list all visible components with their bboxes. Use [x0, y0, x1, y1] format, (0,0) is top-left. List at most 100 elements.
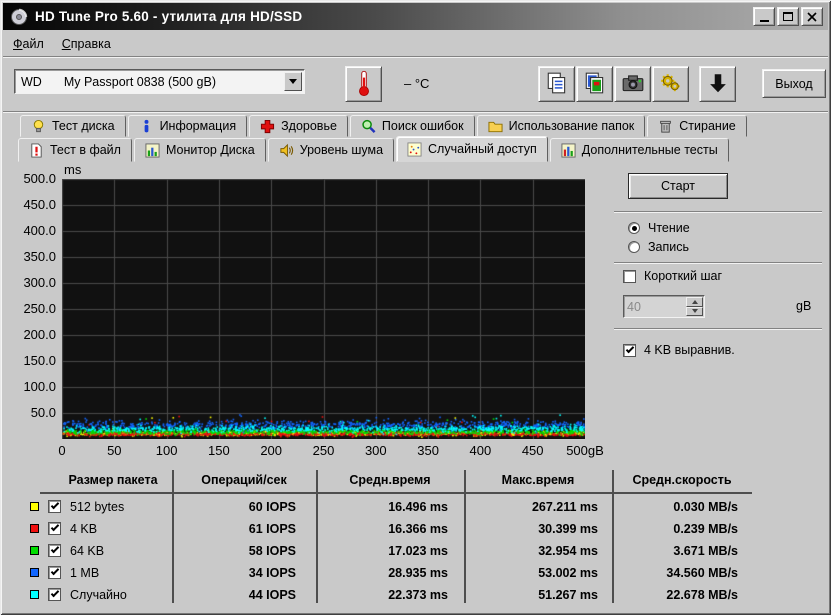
stride-up-button[interactable]	[686, 297, 703, 307]
y-axis-unit-label: ms	[64, 162, 81, 177]
align-4kb-label: 4 KB выравнив.	[644, 343, 735, 357]
speaker-icon	[279, 143, 294, 158]
copy-image-button[interactable]	[576, 66, 613, 102]
drive-selector-dropdown-button[interactable]	[284, 72, 302, 91]
align-4kb-checkbox[interactable]: 4 KB выравнив.	[623, 343, 735, 357]
exit-button[interactable]: Выход	[762, 69, 826, 98]
write-mode-label: Запись	[648, 240, 689, 254]
tab-label: Использование папок	[509, 119, 635, 133]
stride-input[interactable]	[627, 298, 679, 315]
avg-speed-value: 3.671 MB/s	[608, 544, 738, 558]
bar-chart-icon	[145, 143, 160, 158]
stride-down-button[interactable]	[686, 307, 703, 317]
tab-extra-tests[interactable]: Дополнительные тесты	[550, 138, 729, 162]
tab-disk-test[interactable]: Тест диска	[20, 115, 126, 137]
menu-help[interactable]: Справка	[53, 34, 120, 54]
separator	[614, 211, 822, 213]
series-color-swatch	[30, 524, 39, 533]
packet-size-label: 512 bytes	[70, 500, 124, 514]
options-button[interactable]	[652, 66, 689, 102]
avg-time-value: 28.935 ms	[318, 566, 448, 580]
table-row: 4 KB61 IOPS16.366 ms30.399 ms0.239 MB/s	[28, 519, 752, 539]
chevron-down-icon	[289, 79, 297, 84]
short-stride-checkbox[interactable]: Короткий шаг	[623, 269, 722, 283]
col-header-max-time: Макс.время	[463, 473, 613, 487]
y-tick-label: 100.0	[0, 379, 56, 395]
tab-erase[interactable]: Стирание	[647, 115, 746, 137]
series-visible-checkbox[interactable]	[48, 544, 61, 557]
start-button[interactable]: Старт	[628, 173, 728, 199]
tab-row-2: Тест в файлМонитор Диска Уровень шума Случ…	[18, 138, 731, 162]
tab-label: Уровень шума	[300, 143, 383, 157]
table-row: 512 bytes60 IOPS16.496 ms267.211 ms0.030…	[28, 497, 752, 517]
tab-random-access[interactable]: Случайный доступ	[396, 136, 548, 162]
drive-vendor: WD	[21, 75, 42, 89]
tab-information[interactable]: Информация	[128, 115, 248, 137]
write-mode-radio[interactable]: Запись	[628, 240, 689, 254]
series-color-swatch	[30, 546, 39, 555]
health-cross-icon	[260, 119, 275, 134]
tab-label: Информация	[160, 119, 237, 133]
minimize-button[interactable]	[753, 7, 775, 26]
tab-label: Дополнительные тесты	[582, 143, 718, 157]
file-exclaim-icon	[29, 143, 44, 158]
read-mode-label: Чтение	[648, 221, 690, 235]
thermometer-icon	[355, 69, 373, 100]
series-visible-checkbox[interactable]	[48, 500, 61, 513]
table-row: 1 MB34 IOPS28.935 ms53.002 ms34.560 MB/s	[28, 563, 752, 583]
tab-label: Здоровье	[281, 119, 337, 133]
menu-bar: ФайлСправка	[4, 32, 824, 55]
tab-label: Случайный доступ	[428, 142, 537, 156]
col-header-packet-size: Размер пакета	[38, 473, 188, 487]
y-tick-label: 250.0	[0, 301, 56, 317]
screenshot-button[interactable]	[614, 66, 651, 102]
iops-value: 44 IOPS	[128, 588, 296, 602]
series-color-swatch	[30, 590, 39, 599]
divider	[3, 56, 828, 58]
close-button[interactable]	[801, 7, 823, 26]
tab-label: Тест диска	[52, 119, 115, 133]
scatter-icon	[407, 142, 422, 157]
tab-row-1: Тест диска Информация Здоровье Поиск ошибок…	[20, 115, 749, 137]
save-results-button[interactable]	[699, 66, 736, 102]
avg-time-value: 16.496 ms	[318, 500, 448, 514]
drive-selector[interactable]: WD My Passport 0838 (500 gB)	[14, 69, 305, 94]
y-tick-label: 150.0	[0, 353, 56, 369]
y-tick-label: 500.0	[0, 171, 56, 187]
series-visible-checkbox[interactable]	[48, 522, 61, 535]
packet-size-label: Случайно	[70, 588, 127, 602]
maximize-button[interactable]	[777, 7, 799, 26]
tab-health[interactable]: Здоровье	[249, 115, 348, 137]
magnifier-icon	[361, 119, 376, 134]
tab-noise-level[interactable]: Уровень шума	[268, 138, 394, 162]
tab-disk-monitor[interactable]: Монитор Диска	[134, 138, 266, 162]
results-table: 512 bytes60 IOPS16.496 ms267.211 ms0.030…	[28, 494, 752, 606]
temperature-value: – °C	[404, 76, 429, 91]
avg-speed-value: 0.030 MB/s	[608, 500, 738, 514]
series-visible-checkbox[interactable]	[48, 588, 61, 601]
iops-value: 34 IOPS	[128, 566, 296, 580]
avg-speed-value: 0.239 MB/s	[608, 522, 738, 536]
series-visible-checkbox[interactable]	[48, 566, 61, 579]
temperature-button[interactable]	[345, 66, 382, 102]
app-icon	[10, 8, 28, 26]
tab-file-benchmark[interactable]: Тест в файл	[18, 138, 132, 162]
tab-error-scan[interactable]: Поиск ошибок	[350, 115, 475, 137]
window-controls	[753, 7, 823, 26]
copy-report-button[interactable]	[538, 66, 575, 102]
menu-file[interactable]: Файл	[4, 34, 53, 54]
tab-folder-usage[interactable]: Использование папок	[477, 115, 646, 137]
y-tick-label: 300.0	[0, 275, 56, 291]
packet-size-label: 1 MB	[70, 566, 99, 580]
radio-icon	[628, 222, 640, 234]
read-mode-radio[interactable]: Чтение	[628, 221, 690, 235]
series-color-swatch	[30, 568, 39, 577]
series-color-swatch	[30, 502, 39, 511]
x-tick-label: 500gB	[553, 443, 617, 458]
packet-size-label: 4 KB	[70, 522, 97, 536]
col-header-avg-time: Средн.время	[315, 473, 465, 487]
avg-speed-value: 22.678 MB/s	[608, 588, 738, 602]
bulb-icon	[31, 119, 46, 134]
title-bar[interactable]: HD Tune Pro 5.60 - утилита для HD/SSD	[3, 3, 828, 30]
y-tick-label: 200.0	[0, 327, 56, 343]
